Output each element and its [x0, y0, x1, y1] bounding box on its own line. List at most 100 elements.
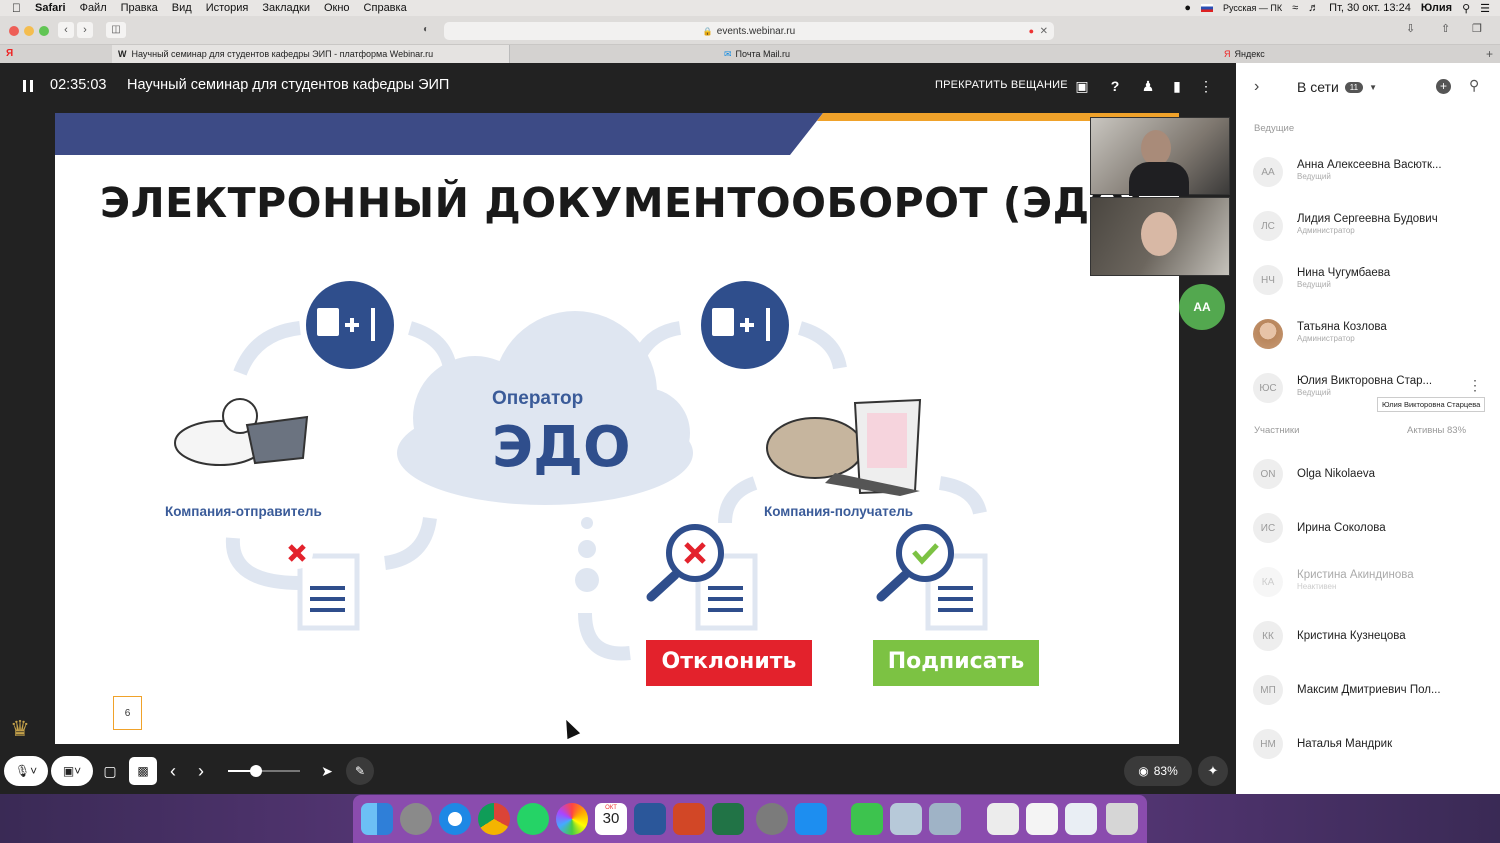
- presentation-button[interactable]: ▩: [129, 757, 157, 785]
- privacy-shield-icon[interactable]: ◐: [418, 22, 434, 38]
- menu-app-name[interactable]: Safari: [35, 2, 66, 14]
- clock[interactable]: Пт, 30 окт. 13:24: [1329, 2, 1411, 14]
- apple-icon[interactable]: : [12, 1, 21, 15]
- slide-zoom-slider[interactable]: [228, 765, 300, 777]
- photos-icon[interactable]: [556, 803, 588, 835]
- volume-icon[interactable]: ♬: [1308, 2, 1319, 14]
- document-stack-icon-2[interactable]: [1026, 803, 1058, 835]
- image-capture-icon[interactable]: [929, 803, 961, 835]
- powerpoint-icon[interactable]: [673, 803, 705, 835]
- close-window-button[interactable]: [9, 26, 19, 36]
- files-icon[interactable]: ▮: [1168, 77, 1186, 95]
- questions-icon[interactable]: ?: [1106, 77, 1124, 95]
- tabs-overview-icon[interactable]: ❐: [1472, 22, 1482, 35]
- participant-item[interactable]: МП Максим Дмитриевич Пол...: [1236, 663, 1500, 717]
- host-item[interactable]: Татьяна Козлова Администратор: [1236, 307, 1500, 361]
- safari-icon[interactable]: [439, 803, 471, 835]
- person-name: Нина Чугумбаева: [1297, 267, 1391, 279]
- participant-item[interactable]: ИС Ирина Соколова: [1236, 501, 1500, 555]
- viewers-indicator[interactable]: ◉ 83%: [1124, 756, 1192, 786]
- menu-window[interactable]: Окно: [324, 2, 350, 14]
- chat-icon[interactable]: ▣: [1073, 77, 1091, 95]
- chrome-icon[interactable]: [478, 803, 510, 835]
- menu-bookmarks[interactable]: Закладки: [262, 2, 310, 14]
- participant-item[interactable]: НМ Наталья Мандрик: [1236, 717, 1500, 771]
- document-stack-icon-1[interactable]: [987, 803, 1019, 835]
- recording-icon[interactable]: ●: [1029, 26, 1034, 36]
- menu-view[interactable]: Вид: [172, 2, 192, 14]
- kebab-menu-icon[interactable]: ⋮: [1468, 377, 1482, 394]
- tab-webinar[interactable]: W Научный семинар для студентов кафедры …: [112, 45, 510, 63]
- document-stack-icon-3[interactable]: [1065, 803, 1097, 835]
- host-item[interactable]: ЛС Лидия Сергеевна Будович Администратор: [1236, 199, 1500, 253]
- more-menu-icon[interactable]: ⋮: [1197, 77, 1215, 95]
- collapse-panel-icon[interactable]: ›: [1254, 78, 1259, 96]
- wifi-icon[interactable]: ≈: [1292, 2, 1298, 14]
- host-item[interactable]: НЧ Нина Чугумбаева Ведущий: [1236, 253, 1500, 307]
- word-icon[interactable]: [634, 803, 666, 835]
- slide-zoom-handle[interactable]: [250, 765, 262, 777]
- camera-status-icon[interactable]: ●: [1184, 2, 1191, 14]
- trash-icon[interactable]: [1106, 803, 1138, 835]
- participant-item[interactable]: КА Кристина Акиндинова Неактивен: [1236, 555, 1500, 609]
- stop-loading-icon[interactable]: ✕: [1040, 26, 1048, 37]
- prev-slide-icon[interactable]: ‹: [164, 761, 182, 781]
- video-tile-1[interactable]: [1090, 117, 1230, 196]
- yandex-icon: Я: [6, 48, 14, 59]
- participant-item[interactable]: ON Olga Nikolaeva: [1236, 447, 1500, 501]
- zoom-window-button[interactable]: [39, 26, 49, 36]
- username[interactable]: Юлия: [1421, 2, 1452, 14]
- presentation-slide: ЭЛЕКТРОННЫЙ ДОКУМЕНТООБОРОТ (ЭДО) Операт…: [55, 113, 1179, 744]
- pause-icon[interactable]: [23, 80, 33, 92]
- system-preferences-icon[interactable]: [756, 803, 788, 835]
- participants-icon[interactable]: ♟: [1139, 77, 1157, 95]
- tab-mail[interactable]: ✉ Почта Mail.ru: [718, 45, 998, 63]
- search-icon[interactable]: ⚲: [1469, 77, 1479, 94]
- add-participant-icon[interactable]: +: [1436, 79, 1451, 94]
- camera-button[interactable]: ▣˅: [51, 756, 93, 786]
- screen-share-icon[interactable]: ▢: [100, 761, 120, 781]
- menu-history[interactable]: История: [206, 2, 249, 14]
- minimize-window-button[interactable]: [24, 26, 34, 36]
- facetime-icon[interactable]: [851, 803, 883, 835]
- participant-item[interactable]: КК Кристина Кузнецова: [1236, 609, 1500, 663]
- address-bar[interactable]: 🔒 events.webinar.ru ● ✕: [444, 22, 1054, 40]
- host-item[interactable]: АА Анна Алексеевна Васютк... Ведущий: [1236, 145, 1500, 199]
- menu-edit[interactable]: Правка: [121, 2, 158, 14]
- reactions-button[interactable]: ✦: [1198, 756, 1228, 786]
- receiver-illustration: [766, 398, 922, 496]
- tab-yandex[interactable]: Я Яндекс: [1218, 45, 1478, 63]
- new-tab-icon[interactable]: +: [1486, 47, 1493, 61]
- keyboard-layout[interactable]: Русская — ПК: [1223, 3, 1282, 13]
- stop-broadcast-button[interactable]: ПРЕКРАТИТЬ ВЕЩАНИЕ: [935, 79, 1068, 91]
- sidebar-toggle-icon[interactable]: ◫: [106, 22, 126, 38]
- launchpad-icon[interactable]: [400, 803, 432, 835]
- online-filter[interactable]: В сети 11 ▼: [1297, 79, 1377, 95]
- back-icon[interactable]: ‹: [58, 22, 74, 38]
- excel-icon[interactable]: [712, 803, 744, 835]
- forward-icon[interactable]: ›: [77, 22, 93, 38]
- draw-tool-button[interactable]: ✎: [346, 757, 374, 785]
- calendar-icon[interactable]: ОКТ 30: [595, 803, 627, 835]
- active-speaker-avatar[interactable]: АА: [1179, 284, 1225, 330]
- download-icon[interactable]: ⇩: [1406, 22, 1415, 35]
- control-center-icon[interactable]: ☰: [1480, 2, 1490, 15]
- person-role: Администратор: [1297, 226, 1355, 235]
- broadcast-timer: 02:35:03: [50, 77, 107, 93]
- edo-label: ЭДО: [492, 415, 631, 480]
- microphone-button[interactable]: 🎙˅: [4, 756, 48, 786]
- menu-help[interactable]: Справка: [364, 2, 407, 14]
- share-icon[interactable]: ⇧: [1441, 22, 1450, 35]
- avatar: ON: [1253, 459, 1283, 489]
- next-slide-icon[interactable]: ›: [192, 761, 210, 781]
- video-tile-2[interactable]: [1090, 197, 1230, 276]
- spotlight-icon[interactable]: ⚲: [1462, 2, 1470, 15]
- preview-icon[interactable]: [890, 803, 922, 835]
- online-label: В сети: [1297, 79, 1339, 95]
- pointer-icon[interactable]: ➤: [318, 761, 336, 781]
- app-store-icon[interactable]: [795, 803, 827, 835]
- person-name: Ирина Соколова: [1297, 522, 1386, 534]
- whatsapp-icon[interactable]: [517, 803, 549, 835]
- menu-file[interactable]: Файл: [80, 2, 107, 14]
- finder-icon[interactable]: [361, 803, 393, 835]
